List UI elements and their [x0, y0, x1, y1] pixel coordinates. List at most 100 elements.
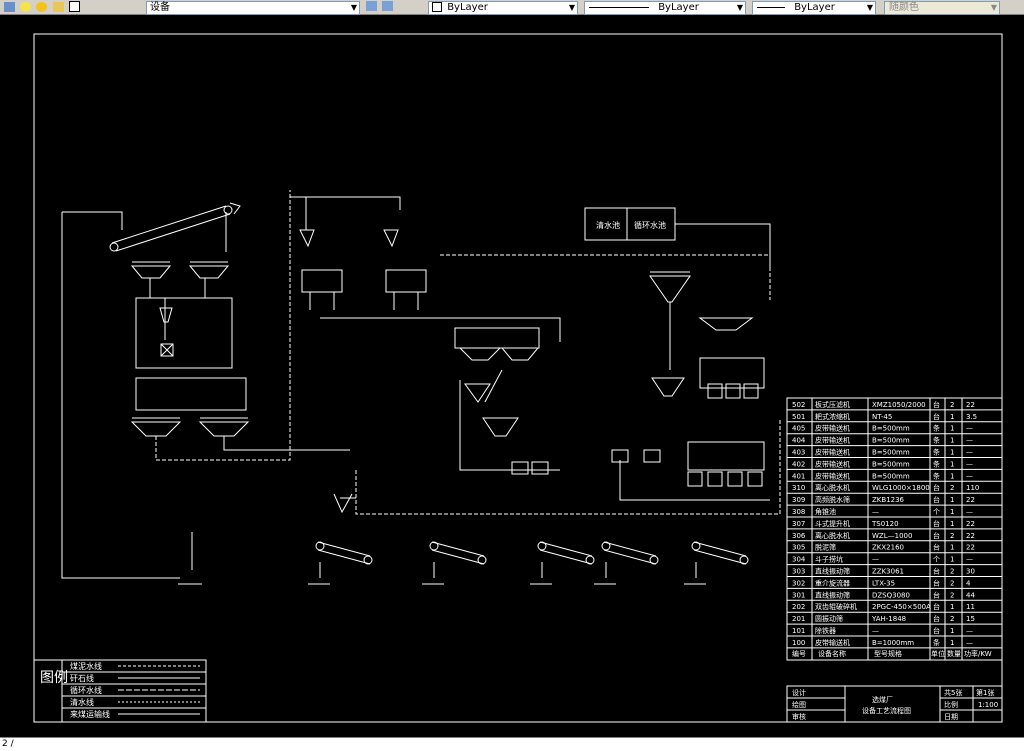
table-cell: 11	[966, 603, 975, 611]
color-swatch-icon	[68, 1, 80, 12]
table-cell: 306	[792, 532, 806, 540]
scale-value: 1:100	[978, 701, 998, 709]
table-cell: 15	[966, 615, 975, 623]
title-check: 审核	[792, 712, 806, 721]
chevron-down-icon[interactable]: ▼	[351, 2, 357, 14]
make-current-layer-icon[interactable]	[366, 1, 377, 11]
table-cell: NT-45	[872, 413, 892, 421]
table-cell: 皮带输送机	[815, 638, 850, 647]
table-cell: 台	[933, 590, 940, 599]
table-cell: 1	[950, 496, 954, 504]
table-cell: 高频脱水筛	[815, 495, 850, 504]
layer-name: 设备	[150, 2, 170, 13]
title-drawing: 绘图	[792, 700, 806, 709]
conveyor-405	[684, 541, 749, 585]
linetype-dropdown[interactable]: ByLayer ▼	[584, 1, 746, 15]
table-cell: —	[966, 425, 973, 433]
layer-previous-icon[interactable]	[382, 1, 394, 11]
layer-tool-icons[interactable]	[366, 1, 395, 13]
table-cell: 台	[933, 578, 940, 587]
legend-item: 清水线	[70, 697, 94, 707]
table-cell: 离心脱水机	[815, 483, 850, 492]
legend-item: 来煤运输线	[70, 709, 110, 719]
legend-item: 煤泥水线	[70, 661, 102, 671]
color-dropdown[interactable]: ByLayer ▼	[428, 1, 578, 15]
table-cell: WZL—1000	[872, 532, 912, 540]
plotstyle-dropdown[interactable]: 随颜色 ▼	[884, 1, 1000, 15]
table-cell: B=500mm	[872, 449, 910, 457]
color-swatch-icon	[432, 2, 442, 12]
table-cell: 22	[966, 520, 975, 528]
table-cell: 台	[933, 543, 940, 552]
conveyor-402	[422, 541, 487, 585]
layer-state-icons[interactable]	[4, 1, 82, 13]
layer-dropdown[interactable]: 设备 ▼	[146, 1, 360, 15]
table-cell: 角锥池	[815, 507, 836, 516]
chevron-down-icon[interactable]: ▼	[991, 2, 997, 14]
table-cell: 202	[792, 603, 805, 611]
filter-press-lower	[687, 441, 765, 487]
table-cell: 1	[950, 472, 954, 480]
table-cell: 皮带输送机	[815, 459, 850, 468]
table-header-cell: 设备名称	[818, 649, 846, 658]
flow-line	[320, 317, 561, 342]
table-cell: —	[966, 437, 973, 445]
chevron-down-icon[interactable]: ▼	[737, 2, 743, 14]
table-cell: 30	[966, 568, 975, 576]
table-cell: 1	[950, 603, 954, 611]
command-line[interactable]: 2 /	[0, 737, 1024, 751]
table-cell: 斗式提升机	[815, 519, 850, 528]
table-cell: YAH-1848	[871, 615, 906, 623]
table-cell: 直线振动筛	[815, 567, 850, 576]
table-cell: —	[966, 472, 973, 480]
table-cell: 皮带输送机	[815, 471, 850, 480]
table-cell: 除铁器	[815, 626, 836, 635]
date-label: 日期	[944, 713, 958, 721]
command-line-text: 2 /	[2, 739, 14, 749]
flow-line	[61, 212, 180, 579]
table-cell: ZKB1236	[872, 496, 905, 504]
flow-line	[149, 278, 206, 299]
table-cell: 圆振动筛	[815, 614, 843, 623]
light-bulb-icon[interactable]	[20, 1, 32, 12]
layer-properties-icon[interactable]	[4, 1, 15, 12]
bucket-elevator-307	[464, 369, 503, 403]
table-cell: 条	[933, 471, 940, 480]
table-cell: 台	[933, 412, 940, 421]
table-cell: 台	[933, 531, 940, 540]
chevron-down-icon[interactable]: ▼	[867, 2, 873, 14]
drawing-canvas[interactable]: 清水池 循环水池 图例 煤泥水线 矸石线 循环水线 清水线 来煤运输线 502 板…	[0, 15, 1024, 737]
settling-cone	[651, 377, 685, 397]
table-cell: 1	[950, 425, 954, 433]
cyclone-302	[299, 229, 399, 248]
table-cell: 条	[933, 436, 940, 445]
table-cell: 4	[966, 579, 971, 587]
flow-line	[675, 223, 771, 270]
table-cell: 2PGC-450×500A	[872, 603, 931, 611]
centrifuge-310	[611, 449, 661, 463]
table-cell: —	[872, 508, 879, 516]
table-cell: LTX-35	[872, 579, 895, 587]
table-cell: 501	[792, 413, 805, 421]
table-cell: 台	[933, 602, 940, 611]
table-cell: 条	[933, 424, 940, 433]
table-cell: 22	[966, 544, 975, 552]
table-cell: 板式压滤机	[815, 400, 850, 409]
scale-label: 比例	[944, 700, 958, 709]
chevron-down-icon[interactable]: ▼	[569, 2, 575, 14]
plotstyle-value: 随颜色	[889, 2, 919, 13]
table-cell: 304	[792, 556, 806, 564]
flow-line	[440, 254, 771, 300]
lineweight-dropdown[interactable]: ByLayer ▼	[752, 1, 876, 15]
crusher-box	[135, 297, 233, 369]
table-cell: 离心脱水机	[815, 531, 850, 540]
linetype-preview	[589, 6, 649, 8]
table-cell: XMZ1050/2000	[872, 401, 926, 409]
table-cell: 双齿辊破碎机	[815, 602, 857, 611]
lock-icon[interactable]	[52, 1, 64, 12]
sun-icon[interactable]	[36, 1, 48, 12]
color-value: ByLayer	[447, 2, 488, 13]
filter-press-502	[698, 317, 765, 399]
table-cell: 307	[792, 520, 805, 528]
table-cell: 303	[792, 568, 805, 576]
